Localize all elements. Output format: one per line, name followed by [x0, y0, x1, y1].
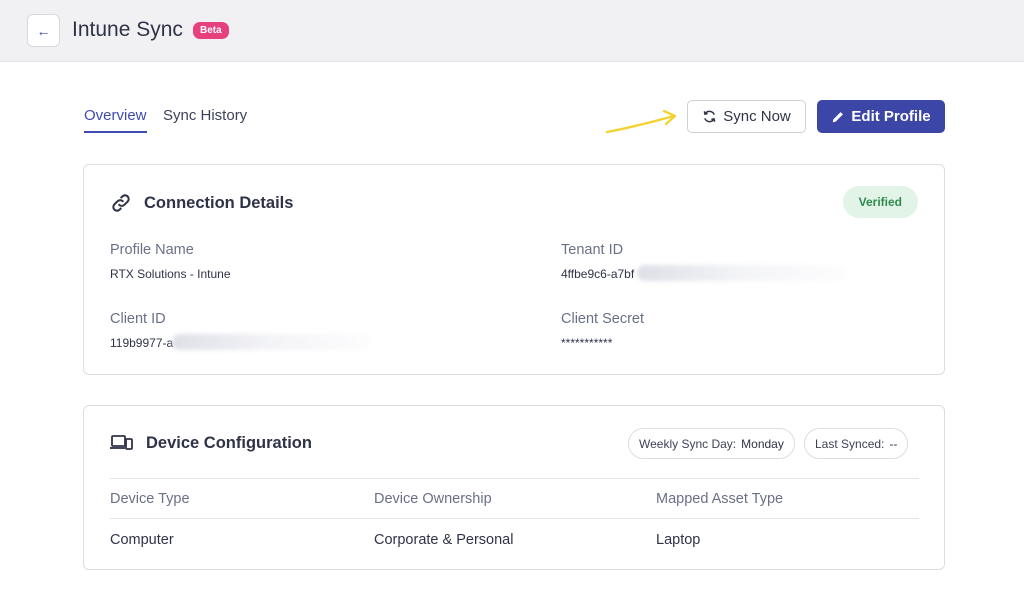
- beta-badge: Beta: [193, 22, 229, 39]
- device-ownership-value: Corporate & Personal: [374, 532, 514, 548]
- last-synced-value: --: [889, 436, 898, 451]
- edit-profile-label: Edit Profile: [851, 108, 931, 125]
- divider: [110, 478, 919, 479]
- redacted-tenant-id: [637, 265, 847, 281]
- device-configuration-card: Device Configuration Weekly Sync Day: Mo…: [83, 405, 945, 570]
- client-id-value: 119b9977-a: [110, 336, 174, 350]
- weekly-sync-day-label: Weekly Sync Day:: [639, 436, 737, 451]
- arrow-left-icon: ←: [36, 22, 51, 39]
- tenant-id-label: Tenant ID: [561, 242, 624, 258]
- divider: [110, 518, 919, 519]
- mapped-asset-type-value: Laptop: [656, 532, 701, 548]
- annotation-arrow-icon: [605, 109, 677, 134]
- link-icon: [112, 194, 130, 212]
- edit-profile-button[interactable]: Edit Profile: [817, 100, 945, 133]
- profile-name-label: Profile Name: [110, 242, 194, 258]
- pencil-icon: [833, 111, 844, 122]
- client-secret-value: ***********: [561, 336, 613, 350]
- client-secret-label: Client Secret: [561, 311, 645, 327]
- redacted-client-id: [172, 334, 372, 350]
- page-header: ← Intune Sync Beta: [0, 0, 1024, 62]
- last-synced-pill: Last Synced: --: [804, 428, 909, 459]
- connection-details-card: Connection Details Verified Profile Name…: [83, 164, 945, 375]
- sync-now-label: Sync Now: [723, 108, 791, 125]
- connection-details-title: Connection Details: [144, 194, 294, 212]
- tenant-id-value: 4ffbe9c6-a7bf: [561, 267, 635, 281]
- column-header-mapped-asset-type: Mapped Asset Type: [656, 491, 784, 507]
- tab-overview[interactable]: Overview: [84, 107, 147, 133]
- sync-icon: [703, 110, 716, 123]
- weekly-sync-day-pill: Weekly Sync Day: Monday: [628, 428, 795, 459]
- last-synced-label: Last Synced:: [815, 436, 885, 451]
- client-id-label: Client ID: [110, 311, 166, 327]
- page-title: Intune Sync: [72, 18, 183, 41]
- weekly-sync-day-value: Monday: [741, 436, 784, 451]
- tab-sync-history[interactable]: Sync History: [163, 107, 247, 124]
- column-header-device-ownership: Device Ownership: [374, 491, 492, 507]
- column-header-device-type: Device Type: [110, 491, 190, 507]
- verified-badge: Verified: [842, 186, 918, 218]
- profile-name-value: RTX Solutions - Intune: [110, 267, 231, 281]
- back-button[interactable]: ←: [27, 14, 60, 47]
- sync-now-button[interactable]: Sync Now: [687, 100, 806, 133]
- device-configuration-title: Device Configuration: [146, 434, 312, 452]
- device-type-value: Computer: [110, 532, 174, 548]
- devices-icon: [110, 435, 133, 450]
